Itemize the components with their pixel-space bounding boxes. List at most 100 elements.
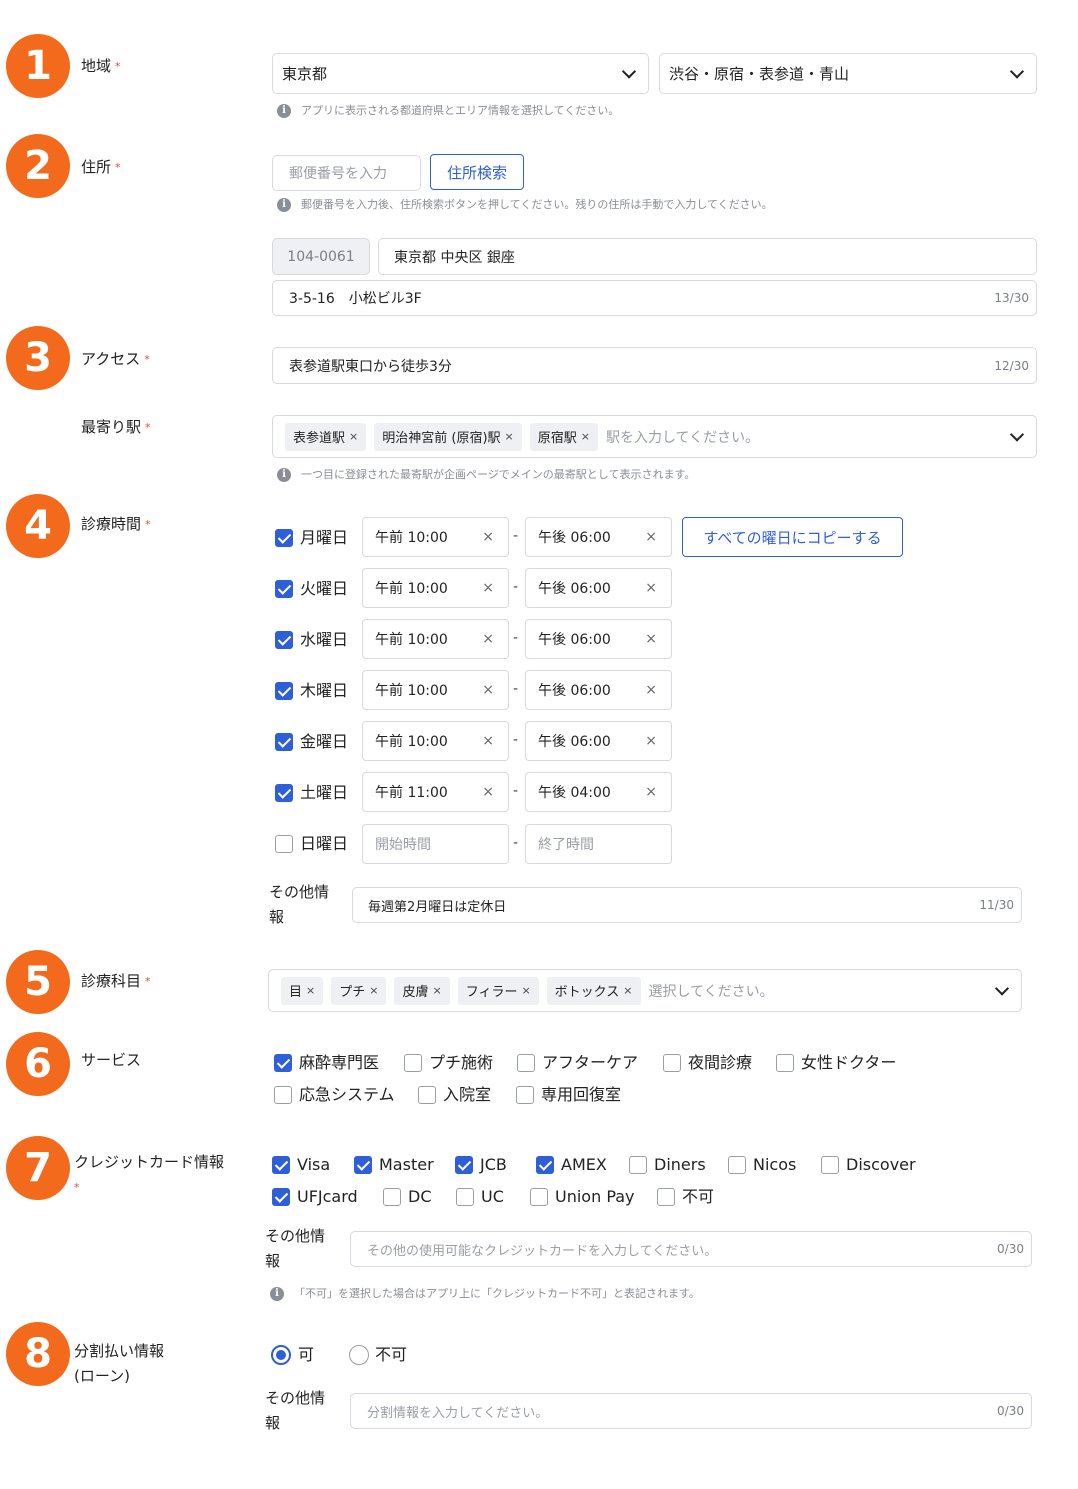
credit-other-input[interactable]: その他の使用可能なクレジットカードを入力してください。 0/30 (350, 1231, 1032, 1267)
clear-icon[interactable]: × (645, 682, 657, 698)
friday-start-input[interactable]: 午前 10:00 × (362, 721, 509, 761)
address-search-button[interactable]: 住所検索 (430, 154, 524, 190)
card-checkbox-dc[interactable] (383, 1188, 401, 1206)
card-checkbox-uc[interactable] (456, 1188, 474, 1206)
saturday-start-input[interactable]: 午前 11:00 × (362, 772, 509, 812)
friday-end-input[interactable]: 午後 06:00 × (525, 721, 672, 761)
station-tag: 原宿駅 × (529, 422, 598, 451)
thursday-end-input[interactable]: 午後 06:00 × (525, 670, 672, 710)
saturday-end-input[interactable]: 午後 04:00 × (525, 772, 672, 812)
thursday-checkbox[interactable] (275, 682, 293, 700)
prefecture-select[interactable]: 東京都 (272, 53, 649, 94)
clear-icon[interactable]: × (645, 784, 657, 800)
address-line2-input[interactable]: 3-5-16 小松ビル3F 13/30 (272, 280, 1037, 316)
service-checkbox-anesthesia[interactable] (274, 1054, 292, 1072)
service-label: 応急システム (299, 1085, 395, 1104)
sunday-end-input[interactable]: 終了時間 (525, 824, 672, 864)
department-tag-row: 目 × プチ × 皮膚 × フィラー × ボトックス × 選択してください。 (281, 976, 774, 1005)
clear-icon[interactable]: × (645, 529, 657, 545)
credit-other-label: その他情報 (265, 1227, 326, 1270)
friday-checkbox[interactable] (275, 733, 293, 751)
zip-input[interactable]: 郵便番号を入力 (272, 155, 421, 191)
time-separator: - (513, 579, 519, 595)
remove-tag-icon[interactable]: × (369, 984, 378, 997)
remove-tag-icon[interactable]: × (623, 984, 632, 997)
department-tag: ボトックス × (546, 976, 641, 1005)
remove-tag-icon[interactable]: × (521, 984, 530, 997)
wednesday-end-input[interactable]: 午後 06:00 × (525, 619, 672, 659)
saturday-checkbox[interactable] (275, 784, 293, 802)
step-badge-1: 1 (6, 34, 70, 98)
remove-tag-icon[interactable]: × (581, 430, 590, 443)
service-label: 入院室 (443, 1085, 492, 1104)
remove-tag-icon[interactable]: × (349, 430, 358, 443)
card-label: Master (379, 1155, 434, 1174)
card-checkbox-master[interactable] (354, 1156, 372, 1174)
monday-label: 月曜日 (300, 528, 349, 547)
access-input[interactable]: 表参道駅東口から徒歩3分 12/30 (272, 347, 1037, 384)
service-checkbox-aftercare[interactable] (517, 1054, 535, 1072)
card-checkbox-not-accepted[interactable] (657, 1188, 675, 1206)
installment-other-input[interactable]: 分割情報を入力してください。 0/30 (350, 1393, 1032, 1429)
service-checkbox-inpatient[interactable] (418, 1086, 436, 1104)
monday-checkbox[interactable] (275, 529, 293, 547)
address-line1-input[interactable]: 東京都 中央区 銀座 (378, 238, 1037, 275)
hours-other-input[interactable]: 毎週第2月曜日は定休日 11/30 (352, 887, 1022, 923)
remove-tag-icon[interactable]: × (505, 430, 514, 443)
clear-icon[interactable]: × (645, 580, 657, 596)
card-checkbox-visa[interactable] (272, 1156, 290, 1174)
tuesday-checkbox[interactable] (275, 580, 293, 598)
service-checkbox-recovery-room[interactable] (516, 1086, 534, 1104)
card-checkbox-nicos[interactable] (728, 1156, 746, 1174)
service-checkbox-petit[interactable] (404, 1054, 422, 1072)
info-icon: i (277, 104, 291, 118)
card-label: Visa (297, 1155, 331, 1174)
remove-tag-icon[interactable]: × (432, 984, 441, 997)
installment-yes-label: 可 (298, 1345, 315, 1364)
area-value: 渋谷・原宿・表参道・青山 (669, 65, 850, 83)
clear-icon[interactable]: × (482, 784, 494, 800)
installment-no-radio[interactable] (349, 1345, 369, 1365)
service-label: 女性ドクター (801, 1053, 897, 1072)
tuesday-start-input[interactable]: 午前 10:00 × (362, 568, 509, 608)
tuesday-end-input[interactable]: 午後 06:00 × (525, 568, 672, 608)
card-checkbox-discover[interactable] (821, 1156, 839, 1174)
access-label: アクセス * (81, 350, 150, 368)
remove-tag-icon[interactable]: × (306, 984, 315, 997)
clear-icon[interactable]: × (482, 631, 494, 647)
copy-all-days-button[interactable]: すべての曜日にコピーする (682, 517, 903, 557)
card-label: 不可 (682, 1187, 715, 1206)
departments-multiselect[interactable]: 目 × プチ × 皮膚 × フィラー × ボトックス × 選択してください。 (268, 969, 1022, 1012)
area-select[interactable]: 渋谷・原宿・表参道・青山 (659, 53, 1037, 94)
card-checkbox-amex[interactable] (536, 1156, 554, 1174)
clear-icon[interactable]: × (482, 580, 494, 596)
thursday-start-input[interactable]: 午前 10:00 × (362, 670, 509, 710)
card-checkbox-unionpay[interactable] (530, 1188, 548, 1206)
monday-start-input[interactable]: 午前 10:00 × (362, 517, 509, 557)
monday-end-input[interactable]: 午後 06:00 × (525, 517, 672, 557)
service-checkbox-female-doctor[interactable] (776, 1054, 794, 1072)
clear-icon[interactable]: × (645, 631, 657, 647)
sunday-checkbox[interactable] (275, 835, 293, 853)
sunday-start-input[interactable]: 開始時間 (362, 824, 509, 864)
clear-icon[interactable]: × (482, 682, 494, 698)
installment-yes-radio[interactable] (271, 1345, 291, 1365)
wednesday-checkbox[interactable] (275, 631, 293, 649)
clear-icon[interactable]: × (482, 529, 494, 545)
card-checkbox-diners[interactable] (629, 1156, 647, 1174)
clear-icon[interactable]: × (482, 733, 494, 749)
card-label: Nicos (753, 1155, 797, 1174)
card-checkbox-jcb[interactable] (455, 1156, 473, 1174)
station-multiselect[interactable]: 表参道駅 × 明治神宮前 (原宿)駅 × 原宿駅 × 駅を入力してください。 (272, 415, 1037, 458)
clear-icon[interactable]: × (645, 733, 657, 749)
time-separator: - (513, 681, 519, 697)
service-checkbox-night[interactable] (663, 1054, 681, 1072)
card-label: DC (408, 1187, 432, 1206)
wednesday-start-input[interactable]: 午前 10:00 × (362, 619, 509, 659)
card-label: Discover (846, 1155, 916, 1174)
department-tag: 皮膚 × (394, 976, 450, 1005)
card-checkbox-ufjcard[interactable] (272, 1188, 290, 1206)
station-label: 最寄り駅 * (81, 418, 151, 436)
service-checkbox-emergency[interactable] (274, 1086, 292, 1104)
zip-value-field: 104-0061 (272, 238, 370, 275)
